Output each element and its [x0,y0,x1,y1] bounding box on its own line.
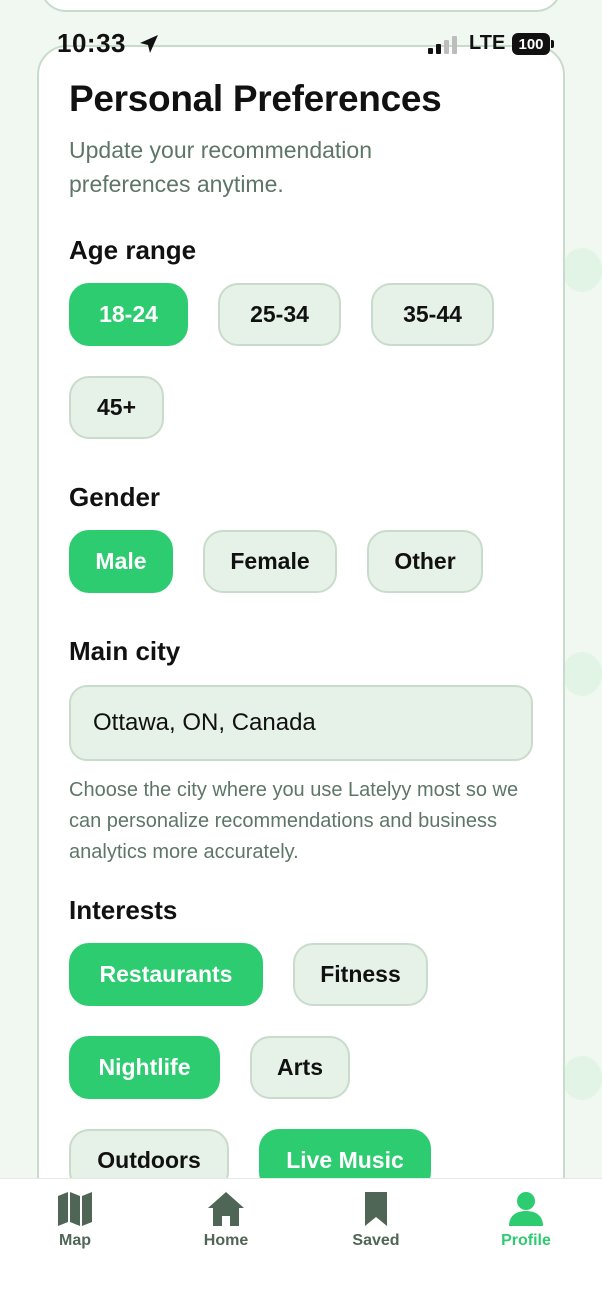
gender-chip-male[interactable]: Male [69,530,173,593]
main-city-value: Ottawa, ON, Canada [93,709,316,736]
interest-chip-nightlife[interactable]: Nightlife [69,1036,220,1099]
battery-icon: 100 [512,33,554,55]
background-card [40,0,562,12]
battery-level: 100 [512,33,550,55]
main-city-input[interactable]: Ottawa, ON, Canada [69,685,533,761]
gender-chip-female[interactable]: Female [203,530,337,593]
network-type: LTE [469,32,506,54]
decorative-dot [562,248,602,292]
tab-map[interactable]: Map [20,1189,130,1259]
main-city-label: Main city [69,636,181,666]
home-icon [208,1192,244,1226]
tab-home[interactable]: Home [171,1189,281,1259]
tab-profile[interactable]: Profile [471,1189,581,1259]
tab-bar: Map Home Saved Profile [0,1178,602,1306]
decorative-dot [562,1056,602,1100]
tab-saved-label: Saved [352,1232,400,1249]
person-icon [509,1192,543,1226]
interest-chip-arts[interactable]: Arts [250,1036,350,1099]
age-chip-35-44[interactable]: 35-44 [371,283,494,346]
page-title: Personal Preferences [69,78,442,119]
tab-saved[interactable]: Saved [321,1189,431,1259]
map-icon [58,1192,92,1226]
interest-chip-restaurants[interactable]: Restaurants [69,943,263,1006]
interests-label: Interests [69,895,178,925]
status-bar: 10:33 LTE 100 [0,26,602,64]
location-arrow-icon [140,35,158,53]
tab-profile-label: Profile [501,1232,551,1249]
page-subtitle: Update your recommendation preferences a… [69,137,372,197]
age-range-label: Age range [69,235,197,265]
decorative-dot [562,652,602,696]
tab-map-label: Map [59,1232,91,1249]
gender-label: Gender [69,482,161,512]
tab-home-label: Home [203,1232,249,1249]
gender-chip-other[interactable]: Other [367,530,483,593]
age-chip-45-plus[interactable]: 45+ [69,376,164,439]
age-chip-25-34[interactable]: 25-34 [218,283,341,346]
age-chip-18-24[interactable]: 18-24 [69,283,188,346]
status-time: 10:33 [57,28,126,58]
interest-chip-fitness[interactable]: Fitness [293,943,428,1006]
bookmark-icon [365,1192,387,1226]
signal-icon [428,36,457,54]
main-city-helper-text: Choose the city where you use Latelyy mo… [69,779,519,863]
